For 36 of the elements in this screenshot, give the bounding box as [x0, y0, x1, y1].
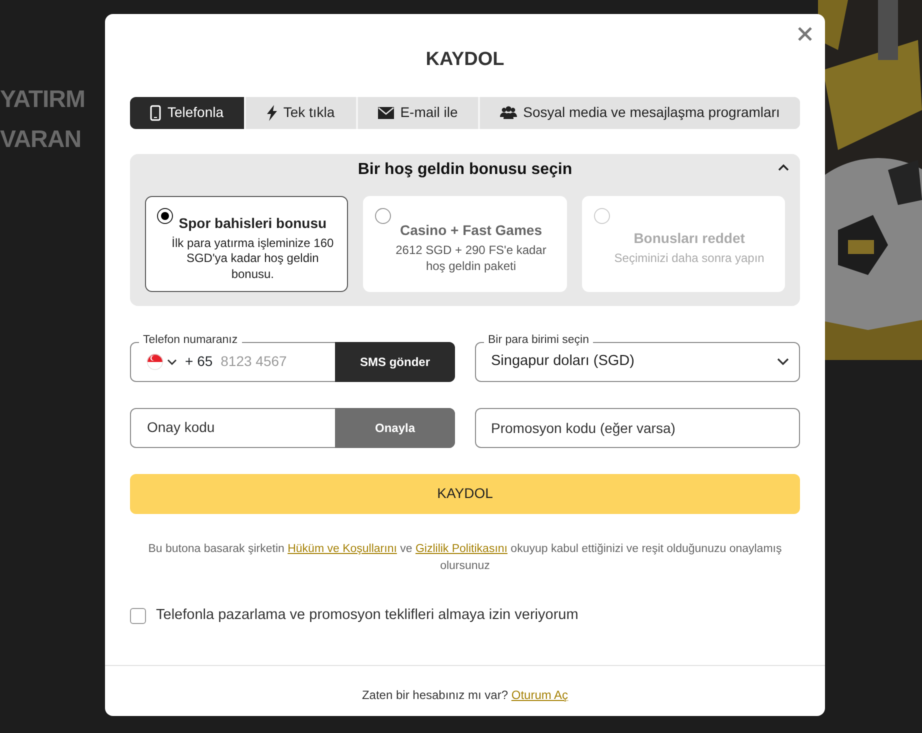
- login-prompt-text: Zaten bir hesabınız mı var?: [362, 688, 510, 702]
- chevron-up-icon[interactable]: [778, 164, 789, 170]
- bonus-option-card[interactable]: Casino + Fast Games 2612 SGD + 290 FS'e kadar hoş geldin paketi: [363, 196, 567, 292]
- field-label: Bir para birimi seçin: [484, 332, 593, 348]
- modal-title: KAYDOL: [424, 48, 506, 72]
- option-description: İlk para yatırma işleminize 160 SGD'ya kadar hoş geldin bonusu.: [170, 236, 335, 282]
- login-link[interactable]: Oturum Aç: [511, 688, 568, 702]
- terms-text: Bu butona basarak şirketin Hüküm ve Koşullarını ve Gizlilik Politikasını okuyup kabul ettiğinizi ve reşit olduğunuzu onaylamış olursunuz: [147, 542, 783, 574]
- headline-text: YATIRM: [0, 88, 86, 112]
- option-description: 2612 SGD + 290 FS'e kadar hoş geldin paketi: [394, 243, 548, 275]
- checkbox-label: Telefonla pazarlama ve promosyon teklifleri almaya izin veriyorum: [156, 606, 578, 626]
- checkbox[interactable]: [130, 608, 146, 624]
- chevron-down-icon[interactable]: [167, 358, 177, 364]
- phone-icon: [150, 104, 162, 120]
- privacy-link[interactable]: Gizlilik Politikasını: [415, 542, 508, 554]
- chevron-down-icon: [777, 358, 789, 365]
- bonus-option-card[interactable]: Spor bahisleri bonusu İlk para yatırma işleminize 160 SGD'ya kadar hoş geldin bonusu.: [145, 196, 348, 292]
- phone-prefix: + 65: [185, 352, 213, 371]
- panel-title: Bir hoş geldin bonusu seçin: [358, 160, 572, 180]
- option-title: Bonusları reddet: [632, 229, 746, 248]
- terms-link[interactable]: Hüküm ve Koşullarını: [288, 542, 397, 554]
- headline-text: VARAN: [0, 128, 82, 152]
- sms-send-button[interactable]: SMS gönder: [335, 342, 455, 382]
- option-title: Spor bahisleri bonusu: [178, 214, 328, 233]
- singapore-flag-icon: [147, 354, 163, 370]
- option-title: Casino + Fast Games: [398, 221, 543, 240]
- select-value: Singapur doları (SGD): [491, 352, 634, 371]
- people-icon: [500, 106, 518, 119]
- lightning-icon: [267, 104, 278, 120]
- tab[interactable]: Telefonla: [130, 96, 246, 128]
- radio-button[interactable]: [375, 208, 392, 224]
- envelope-icon: [378, 106, 394, 118]
- radio-button[interactable]: [157, 208, 173, 224]
- option-description: Seçiminizi daha sonra yapın: [613, 251, 766, 267]
- register-button[interactable]: KAYDOL: [130, 474, 800, 514]
- promo-code-field[interactable]: Promosyon kodu (eğer varsa): [475, 408, 800, 448]
